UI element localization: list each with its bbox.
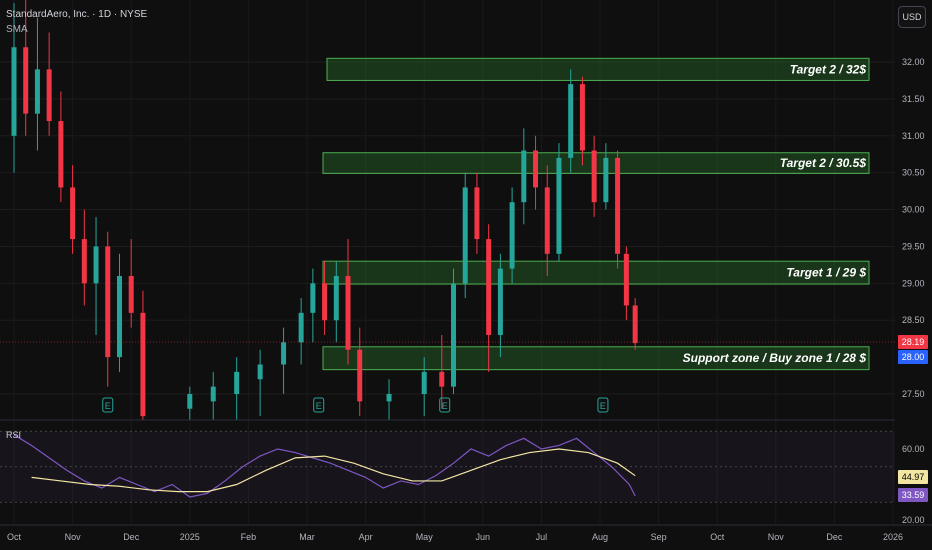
candle-body xyxy=(116,275,122,358)
time-tick: Jun xyxy=(476,532,491,542)
candle-body xyxy=(421,371,427,394)
earnings-marker-label: E xyxy=(316,401,322,411)
price-tick: 30.50 xyxy=(902,168,925,178)
indicator-label: SMA xyxy=(6,24,28,35)
candle-body xyxy=(386,394,392,402)
candle-body xyxy=(11,47,17,136)
candle-body xyxy=(509,202,515,269)
earnings-marker-label: E xyxy=(442,401,448,411)
zone-label: Target 1 / 29 $ xyxy=(786,266,866,280)
price-axis: 32.00 31.50 31.00 30.50 30.00 29.50 29.00 28.50… xyxy=(895,0,932,550)
price-chart[interactable]: Target 2 / 32$ Target 2 / 30.5$ Target 1 /… xyxy=(0,0,932,550)
candle-body xyxy=(322,283,328,321)
candle-body xyxy=(579,84,585,151)
time-tick: Apr xyxy=(359,532,373,542)
candle-body xyxy=(23,47,29,114)
zone-box xyxy=(326,57,870,81)
zone-label: Target 2 / 32$ xyxy=(790,62,867,76)
rsi-tick: 20.00 xyxy=(902,515,925,525)
candle-body xyxy=(357,349,363,402)
candle-body xyxy=(333,275,339,321)
candle-body xyxy=(533,150,539,188)
candle-body xyxy=(439,371,445,387)
candle-body xyxy=(187,394,193,409)
time-tick: Oct xyxy=(7,532,22,542)
rsi-ma-tag-text: 44.97 xyxy=(902,472,925,482)
candle-body xyxy=(70,187,76,240)
candle-body xyxy=(345,275,351,350)
rsi-label: RSI xyxy=(6,430,22,440)
time-axis: Oct Nov Dec 2025 Feb Mar Apr May Jun Jul Aug Sep Oct… xyxy=(0,524,932,542)
current-price-tag-text: 28.19 xyxy=(902,337,925,347)
candle-body xyxy=(632,305,638,344)
earnings-marker-label: E xyxy=(105,401,111,411)
support-price-tag-text: 28.00 xyxy=(902,352,925,362)
candle-body xyxy=(544,187,550,254)
candle-body xyxy=(93,246,99,284)
time-tick: 2025 xyxy=(180,532,200,542)
time-tick: Aug xyxy=(592,532,608,542)
price-axis-bg xyxy=(895,0,932,550)
candle-body xyxy=(556,157,562,254)
currency-button[interactable]: USD xyxy=(898,6,926,28)
price-tick: 27.50 xyxy=(902,389,925,399)
time-tick: Jul xyxy=(536,532,548,542)
candle-body xyxy=(298,312,304,343)
candle-body xyxy=(486,239,492,335)
candle-body xyxy=(105,246,111,358)
time-tick: Sep xyxy=(651,532,667,542)
candle-body xyxy=(451,283,456,387)
candle-body xyxy=(210,386,216,402)
event-markers: EEEE xyxy=(102,397,609,413)
time-tick: Nov xyxy=(65,532,82,542)
candle-body xyxy=(623,253,629,306)
price-tick: 32.00 xyxy=(902,57,925,67)
zone-label: Support zone / Buy zone 1 / 28 $ xyxy=(683,351,867,365)
time-tick: Dec xyxy=(123,532,140,542)
candle-body xyxy=(474,187,480,240)
time-tick: Feb xyxy=(241,532,257,542)
price-tick: 29.00 xyxy=(902,278,925,288)
zone-layer: Target 2 / 32$ Target 2 / 30.5$ Target 1 /… xyxy=(322,57,870,371)
candle-body xyxy=(140,312,146,417)
candle-body xyxy=(462,187,468,284)
candle-body xyxy=(281,342,287,365)
price-tick: 30.00 xyxy=(902,205,925,215)
time-tick: Mar xyxy=(299,532,315,542)
candle-body xyxy=(615,157,621,254)
candle-body xyxy=(58,121,64,188)
earnings-marker-label: E xyxy=(600,401,606,411)
rsi-tick: 60.00 xyxy=(902,444,925,454)
candle-body xyxy=(234,371,240,394)
candle-body xyxy=(497,268,503,335)
chart-title: StandardAero, Inc. · 1D · NYSE xyxy=(6,9,148,20)
candle-body xyxy=(603,157,609,203)
candle-body xyxy=(81,239,87,284)
candle-body xyxy=(591,150,597,203)
candle-body xyxy=(46,69,52,122)
time-tick: Dec xyxy=(826,532,843,542)
candle-body xyxy=(34,69,40,114)
rsi-pane xyxy=(0,430,895,503)
time-tick: Nov xyxy=(768,532,785,542)
zone-label: Target 2 / 30.5$ xyxy=(780,156,867,170)
candle-body xyxy=(257,364,263,380)
price-tick: 29.50 xyxy=(902,241,925,251)
time-tick: May xyxy=(416,532,434,542)
price-tick: 31.50 xyxy=(902,94,925,104)
time-tick: Oct xyxy=(710,532,725,542)
candle-body xyxy=(128,275,134,313)
candle-body xyxy=(310,283,316,313)
rsi-tag-text: 33.59 xyxy=(902,490,925,500)
price-tick: 28.50 xyxy=(902,315,925,325)
time-tick: 2026 xyxy=(883,532,903,542)
price-tick: 31.00 xyxy=(902,131,925,141)
candle-body xyxy=(568,84,574,158)
candle-body xyxy=(521,150,527,203)
